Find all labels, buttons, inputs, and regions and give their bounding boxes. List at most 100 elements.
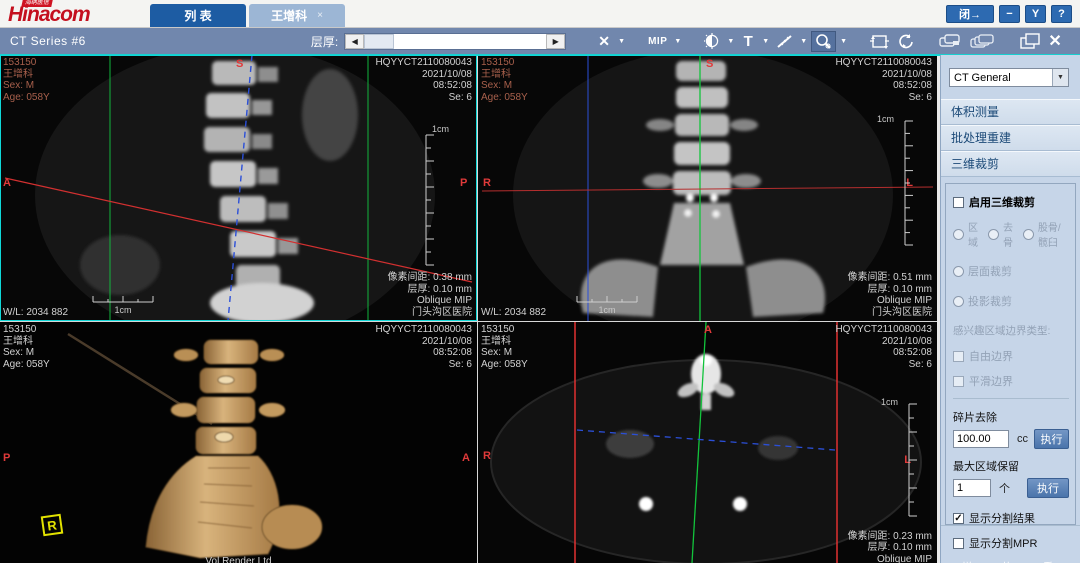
orientation-right: P xyxy=(460,177,468,189)
study-date: 2021/10/08 xyxy=(421,68,472,80)
orientation-cube-marker[interactable]: R xyxy=(40,513,64,537)
window-controls: 闭→ − Y ? xyxy=(946,5,1080,27)
keep-region-count-input[interactable] xyxy=(953,479,991,497)
tab-patient-label: 王增科 xyxy=(271,9,308,23)
scrollbar-track[interactable] xyxy=(394,33,547,49)
free-boundary-checkbox[interactable] xyxy=(953,350,964,362)
mip-mode-button[interactable]: MIP xyxy=(645,31,670,52)
orientation-top: S xyxy=(706,58,714,70)
section-batch-recon[interactable]: 批处理重建 xyxy=(941,125,1080,151)
scrollbar-thumb[interactable] xyxy=(364,33,395,49)
user-button[interactable]: Y xyxy=(1025,5,1046,23)
viewport-divider-vertical xyxy=(477,55,478,563)
orientation-left: P xyxy=(3,452,11,464)
image-params: 像素间距: 0.23 mm 层厚: 0.10 mm Oblique MIP xyxy=(847,530,932,563)
window-level-readout: W/L: 2034 882 xyxy=(481,306,547,318)
magnifier-caret[interactable]: ▼ xyxy=(838,38,849,45)
show-segmentation-mpr-label: 显示分割MPR xyxy=(969,538,1038,550)
tab-close-icon[interactable]: × xyxy=(317,10,323,21)
rotate-view-icon[interactable] xyxy=(894,31,917,52)
viewport-grid: 153150 王增科 Sex: M Age: 058Y HQYYCT211008… xyxy=(0,55,940,563)
viewport-volume-render[interactable]: 153150 王增科 Sex: M Age: 058Y HQYYCT211008… xyxy=(0,322,477,563)
patient-info: 153150 王增科 Sex: M Age: 058Y xyxy=(3,57,50,103)
crosshair-off-icon[interactable]: ✕ xyxy=(594,31,614,52)
show-mpr-row: 显示分割MPR xyxy=(953,535,1069,551)
slab-thickness-scrollbar[interactable]: ◀ ▶ xyxy=(344,32,567,50)
smooth-boundary-checkbox[interactable] xyxy=(953,375,964,387)
viewer-toolbar: CT Series #6 层厚: ◀ ▶ ✕ ▼ MIP ▼ ▼ T ▼ ▼ ▼… xyxy=(0,28,1080,55)
show-segmentation-checkbox[interactable]: ✓ xyxy=(953,512,964,524)
measure-caret[interactable]: ▼ xyxy=(798,38,809,45)
text-annotation-caret[interactable]: ▼ xyxy=(760,38,771,45)
keep-region-unit: 个 xyxy=(999,483,1010,495)
help-button[interactable]: ? xyxy=(1051,5,1072,23)
keep-region-execute-button[interactable]: 执行 xyxy=(1027,478,1069,498)
window-level-icon[interactable] xyxy=(701,31,723,52)
study-info: HQYYCT2110080043 2021/10/08 08:52:08 Se:… xyxy=(375,57,472,103)
fit-to-window-icon[interactable] xyxy=(867,31,892,52)
show-segmentation-label: 显示分割结果 xyxy=(969,513,1035,525)
orientation-left: R xyxy=(483,177,491,189)
tab-patient[interactable]: 王增科 × xyxy=(249,4,345,27)
radio-slice-crop[interactable] xyxy=(953,265,964,277)
show-segmentation-mpr-checkbox[interactable] xyxy=(953,537,964,549)
top-bar: 海纳医信 Hinacom 列 表 王增科 × 闭→ − Y ? xyxy=(0,0,1080,28)
vertical-scale-ruler: 1cm xyxy=(877,114,923,252)
text-annotation-icon[interactable]: T xyxy=(738,31,758,52)
patient-age: Age: 058Y xyxy=(3,91,50,103)
patient-info: 153150 王增科 Sex: M Age: 058Y xyxy=(481,57,528,103)
minimize-button[interactable]: − xyxy=(999,5,1020,23)
scroll-left-arrow[interactable]: ◀ xyxy=(345,33,365,49)
layout-windows-icon[interactable] xyxy=(1017,31,1043,52)
patient-name: 王增科 xyxy=(3,68,33,80)
fragment-removal-row: cc 执行 xyxy=(953,429,1069,449)
vertical-scale-ruler: 1cm xyxy=(881,397,927,523)
close-series-icon[interactable]: ✕ xyxy=(1045,31,1065,52)
smooth-boundary-row: 平滑边界 xyxy=(953,373,1069,389)
image-params: 像素间距: 0.51 mm 层厚: 0.10 mm Oblique MIP 门头… xyxy=(847,272,932,318)
film-export-icon[interactable] xyxy=(935,31,965,52)
radio-femur-acetabulum[interactable] xyxy=(1022,228,1034,240)
keep-region-row: 个 执行 xyxy=(953,478,1069,498)
hinacom-logo: 海纳医信 Hinacom xyxy=(0,0,150,27)
enable-crop-label: 启用三维裁剪 xyxy=(969,197,1035,209)
series-title: CT Series #6 xyxy=(10,34,86,48)
scale-label: 1cm xyxy=(432,124,450,134)
slice-crop-row: 层面裁剪 xyxy=(953,263,1069,279)
radio-projection-crop[interactable] xyxy=(953,295,964,307)
film-stack-icon[interactable] xyxy=(967,31,999,52)
fragment-execute-button[interactable]: 执行 xyxy=(1034,429,1069,449)
window-level-readout: W/L: 2034 882 xyxy=(3,306,69,318)
preset-combobox[interactable]: CT General ▼ xyxy=(949,68,1069,87)
fragment-volume-input[interactable] xyxy=(953,430,1009,448)
viewport-sagittal[interactable]: 153150 王增科 Sex: M Age: 058Y HQYYCT211008… xyxy=(0,55,477,321)
enable-crop-row: 启用三维裁剪 xyxy=(953,194,1069,210)
mip-dropdown-caret[interactable]: ▼ xyxy=(672,38,683,45)
combo-dropdown-icon[interactable]: ▼ xyxy=(1052,69,1068,86)
study-info: HQYYCT2110080043 2021/10/08 08:52:08 Se:… xyxy=(375,324,472,370)
window-level-caret[interactable]: ▼ xyxy=(725,38,736,45)
section-volume-measure[interactable]: 体积测量 xyxy=(941,99,1080,125)
fragment-unit: cc xyxy=(1017,433,1028,445)
exit-button[interactable]: 闭→ xyxy=(946,5,994,23)
section-3d-crop[interactable]: 三维裁剪 xyxy=(941,151,1080,177)
radio-region[interactable] xyxy=(953,228,964,240)
viewport-axial[interactable]: 153150 王增科 Sex: M Age: 058Y HQYYCT211008… xyxy=(478,322,937,563)
viewport-coronal[interactable]: 153150 王增科 Sex: M Age: 058Y HQYYCT211008… xyxy=(478,55,937,321)
tab-list[interactable]: 列 表 xyxy=(150,4,246,27)
scroll-right-arrow[interactable]: ▶ xyxy=(546,33,566,49)
patient-id: 153150 xyxy=(3,57,37,68)
vertical-scale-ruler: 1cm xyxy=(422,124,449,272)
measure-ruler-icon[interactable] xyxy=(773,31,796,52)
enable-crop-checkbox[interactable] xyxy=(953,196,964,208)
keep-region-label: 最大区域保留 xyxy=(953,461,1019,473)
orientation-top: A xyxy=(704,324,712,336)
patient-info: 153150 王增科 Sex: M Age: 058Y xyxy=(3,324,50,370)
scale-label: 1cm xyxy=(877,114,895,124)
magnifier-icon[interactable] xyxy=(811,30,837,52)
tool-buttons: ✕ ▼ MIP ▼ ▼ T ▼ ▼ ▼ ✕ xyxy=(578,30,1065,52)
study-info: HQYYCT2110080043 2021/10/08 08:52:08 Se:… xyxy=(835,57,932,103)
patient-info: 153150 王增科 Sex: M Age: 058Y xyxy=(481,324,528,370)
radio-bone-removal[interactable] xyxy=(987,228,999,240)
crosshair-dropdown-caret[interactable]: ▼ xyxy=(616,38,627,45)
